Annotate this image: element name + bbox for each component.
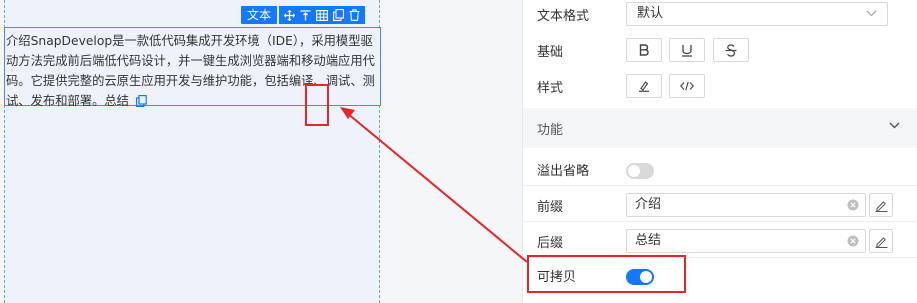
- align-top-icon[interactable]: [300, 9, 311, 21]
- copy-icon[interactable]: [333, 9, 344, 21]
- grid-icon[interactable]: [316, 9, 328, 21]
- brush-button[interactable]: [626, 74, 662, 98]
- suffix-edit-button[interactable]: [869, 229, 893, 253]
- edit-icon: [875, 200, 887, 212]
- annotation-box-copy-icon: [305, 84, 329, 126]
- component-toolbar: 文本: [241, 6, 366, 24]
- text-format-select[interactable]: 默认: [626, 2, 888, 26]
- prefix-label: 前缀: [537, 200, 564, 215]
- copy-icon[interactable]: [135, 95, 147, 107]
- suffix-label: 后缀: [537, 236, 564, 251]
- clear-icon[interactable]: [847, 235, 859, 247]
- bold-button[interactable]: [626, 38, 662, 62]
- row-divider: [523, 221, 917, 222]
- suffix-input[interactable]: 总结: [626, 229, 866, 253]
- underline-icon: [682, 44, 692, 57]
- toggle-knob: [628, 165, 640, 177]
- code-icon: [680, 81, 694, 91]
- clear-icon[interactable]: [847, 199, 859, 211]
- component-type-tag: 文本: [241, 6, 278, 24]
- delete-icon[interactable]: [349, 9, 360, 21]
- component-actions: [279, 6, 366, 24]
- strikethrough-button[interactable]: [713, 38, 749, 62]
- chevron-down-icon: [889, 122, 900, 129]
- chevron-down-icon: [866, 10, 877, 17]
- style-label: 样式: [537, 81, 564, 96]
- text-format-label: 文本格式: [537, 9, 590, 24]
- brush-icon: [639, 81, 649, 92]
- code-button[interactable]: [669, 74, 705, 98]
- annotation-box-copyable: [527, 255, 686, 293]
- move-icon[interactable]: [284, 9, 296, 21]
- function-section-header[interactable]: 功能: [523, 108, 917, 148]
- section-title: 功能: [537, 123, 564, 138]
- prefix-edit-button[interactable]: [869, 193, 893, 217]
- bold-icon: [639, 44, 649, 56]
- underline-button[interactable]: [669, 38, 705, 62]
- overflow-toggle[interactable]: [626, 163, 654, 179]
- prefix-value: 介绍: [635, 197, 662, 212]
- overflow-label: 溢出省略: [537, 164, 590, 179]
- row-divider: [523, 185, 917, 186]
- suffix-value: 总结: [635, 233, 662, 248]
- strikethrough-icon: [725, 43, 737, 57]
- prefix-input[interactable]: 介绍: [626, 193, 866, 217]
- text-format-value: 默认: [637, 6, 664, 21]
- edit-icon: [875, 236, 887, 248]
- basic-label: 基础: [537, 45, 564, 60]
